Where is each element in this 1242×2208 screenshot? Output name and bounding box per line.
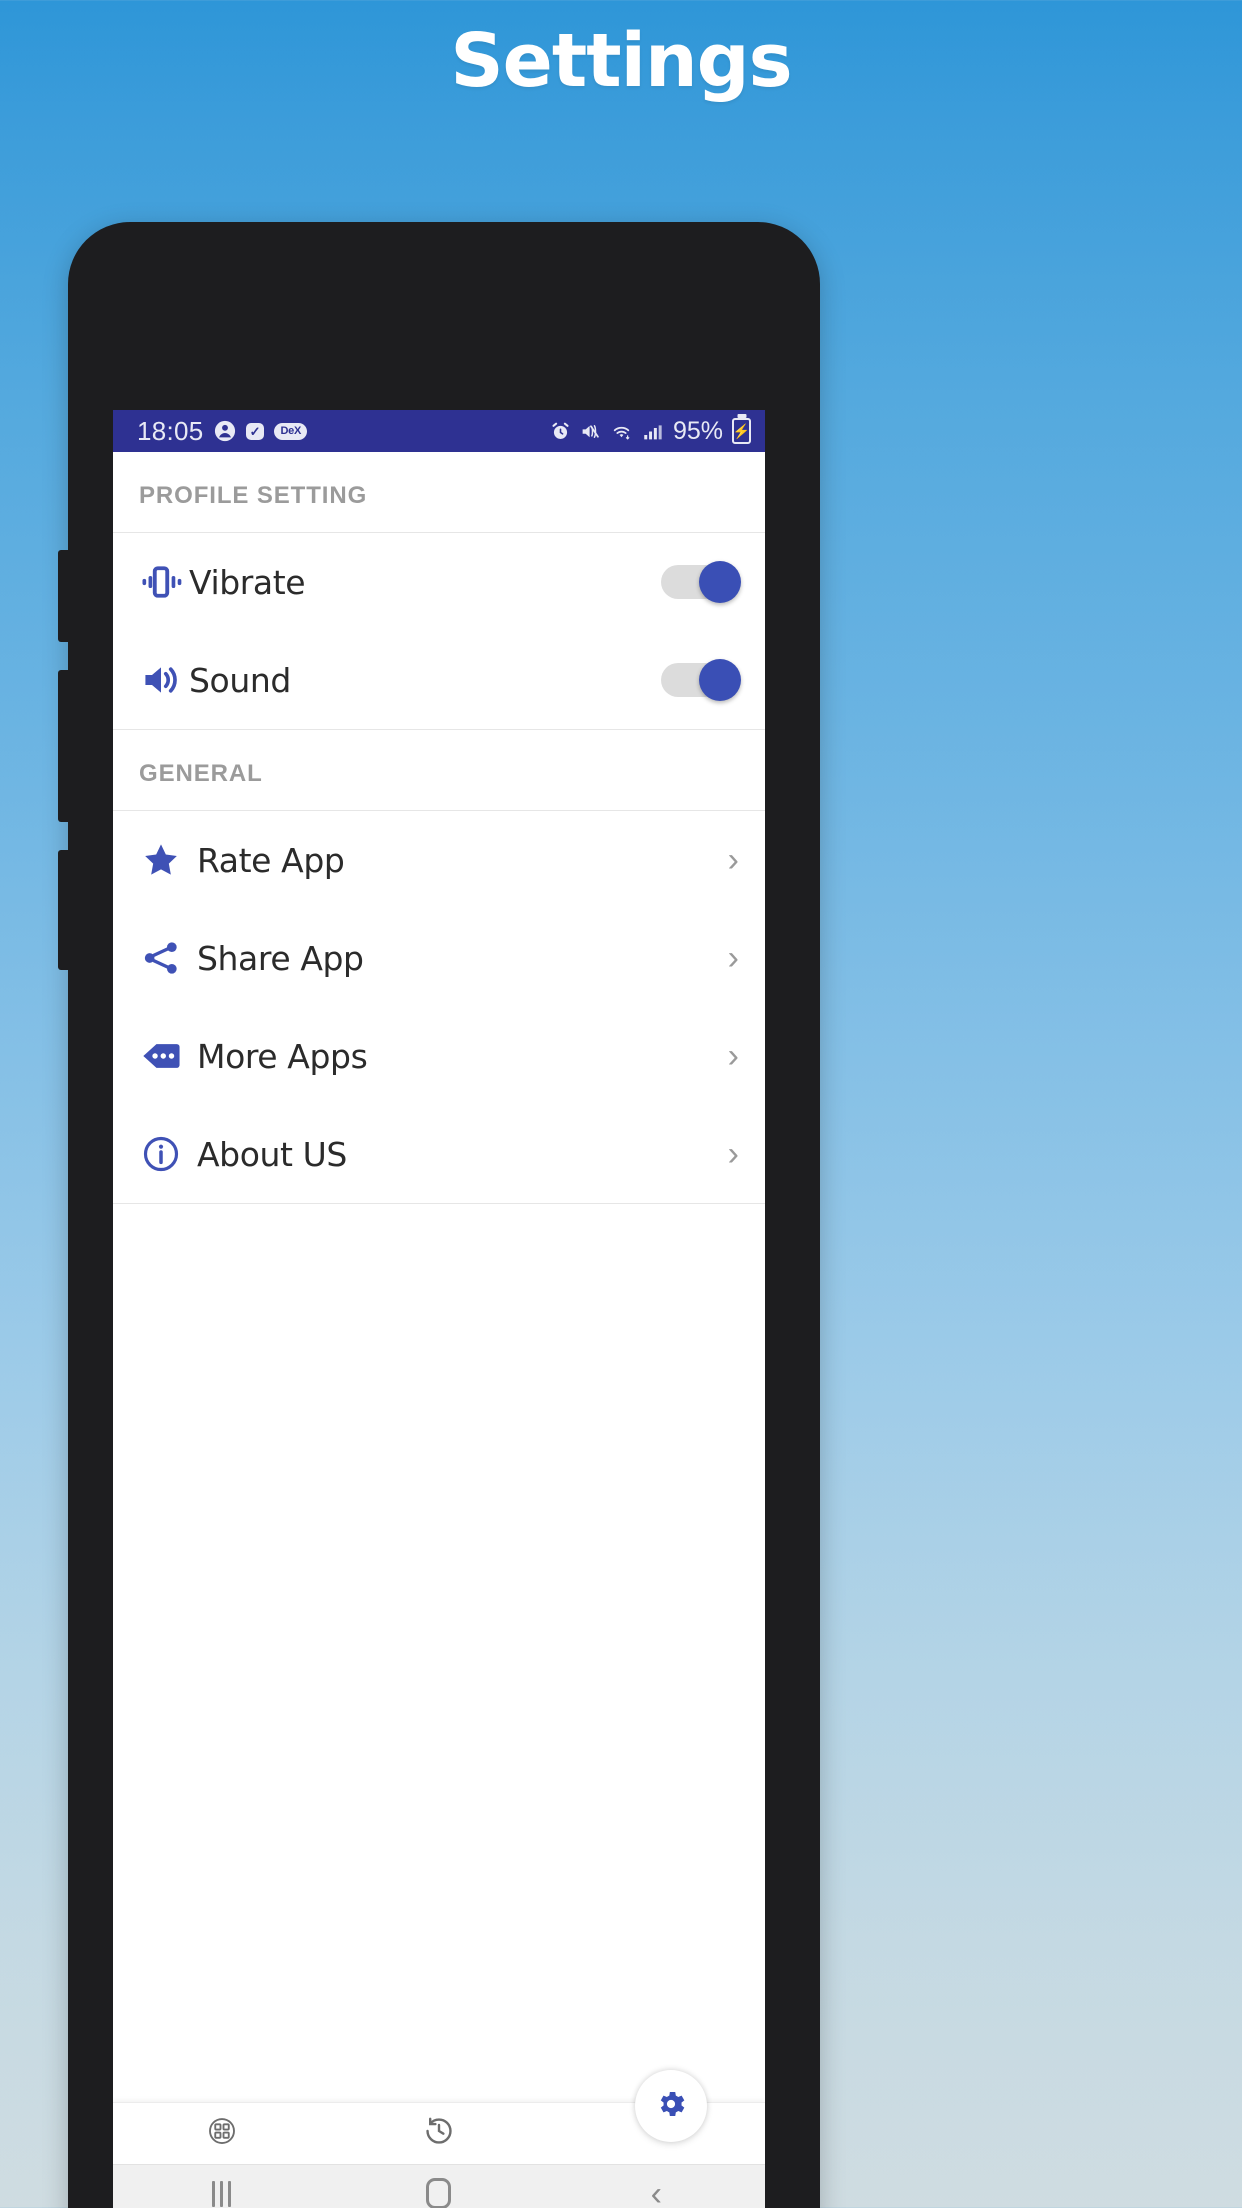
back-icon: ‹ — [650, 2174, 662, 2208]
bottom-nav-history[interactable] — [330, 2115, 547, 2152]
phone-side-button-top — [58, 550, 70, 642]
status-bar-clock: 18:05 — [137, 415, 204, 446]
nav-recents-button[interactable] — [113, 2180, 330, 2207]
bottom-nav-apps[interactable] — [113, 2116, 330, 2151]
row-about-us[interactable]: About US › — [113, 1105, 765, 1203]
bottom-navigation-area — [113, 2070, 765, 2164]
apps-grid-icon — [207, 2116, 237, 2151]
phone-side-button-power — [58, 850, 70, 970]
phone-side-button-volume — [58, 670, 70, 822]
alarm-icon — [550, 421, 571, 442]
dex-badge: DeX — [274, 422, 307, 440]
toggle-sound[interactable] — [661, 659, 741, 701]
recents-icon — [212, 2180, 232, 2207]
row-label-sound: Sound — [189, 660, 291, 700]
row-label-more-apps: More Apps — [197, 1036, 368, 1076]
mute-vibrate-icon — [580, 421, 601, 442]
battery-charging-icon: ⚡ — [732, 418, 751, 444]
section-header-profile: PROFILE SETTING — [139, 482, 368, 509]
gear-icon — [654, 2087, 688, 2126]
row-more-apps[interactable]: More Apps › — [113, 1007, 765, 1105]
page-title: Settings — [450, 18, 792, 104]
checkbox-checked-icon: ✓ — [245, 422, 265, 440]
share-icon — [133, 938, 189, 978]
star-icon — [133, 840, 189, 880]
volume-up-icon — [133, 658, 189, 702]
vibration-icon — [133, 560, 189, 604]
row-label-share-app: Share App — [197, 938, 364, 978]
wifi-icon — [610, 421, 633, 442]
row-label-about-us: About US — [197, 1134, 347, 1174]
chevron-right-icon: › — [727, 1135, 739, 1173]
battery-percent: 95% — [672, 416, 723, 445]
history-icon — [423, 2115, 455, 2152]
home-icon — [426, 2178, 452, 2208]
signal-bars-icon — [642, 421, 664, 442]
section-general: GENERAL Rate App › Share App › More Apps… — [113, 730, 765, 1204]
more-apps-icon — [133, 1035, 189, 1077]
settings-fab-button[interactable] — [635, 2070, 707, 2142]
row-label-vibrate: Vibrate — [189, 562, 306, 602]
info-circle-icon — [133, 1134, 189, 1174]
status-bar: 18:05 ✓ DeX 95% ⚡ — [113, 410, 765, 452]
phone-screen: 18:05 ✓ DeX 95% ⚡ PROFILE SETTING Vibrat… — [113, 410, 765, 2208]
row-share-app[interactable]: Share App › — [113, 909, 765, 1007]
toggle-knob — [699, 561, 741, 603]
nav-home-button[interactable] — [330, 2178, 547, 2208]
nav-back-button[interactable]: ‹ — [548, 2177, 765, 2208]
toggle-knob — [699, 659, 741, 701]
section-profile-setting: PROFILE SETTING Vibrate Sound — [113, 452, 765, 730]
row-vibrate[interactable]: Vibrate — [113, 533, 765, 631]
phone-frame: 18:05 ✓ DeX 95% ⚡ PROFILE SETTING Vibrat… — [58, 222, 820, 2208]
status-bar-right: 95% ⚡ — [550, 417, 751, 446]
chevron-right-icon: › — [727, 841, 739, 879]
section-header-general: GENERAL — [139, 760, 263, 787]
toggle-vibrate[interactable] — [661, 561, 741, 603]
chevron-right-icon: › — [727, 1037, 739, 1075]
status-bar-left: 18:05 ✓ DeX — [137, 416, 307, 447]
person-icon — [214, 420, 236, 442]
chevron-right-icon: › — [727, 939, 739, 977]
android-navigation-bar: ‹ — [113, 2164, 765, 2208]
row-sound[interactable]: Sound — [113, 631, 765, 729]
row-rate-app[interactable]: Rate App › — [113, 811, 765, 909]
row-label-rate-app: Rate App — [197, 840, 345, 880]
